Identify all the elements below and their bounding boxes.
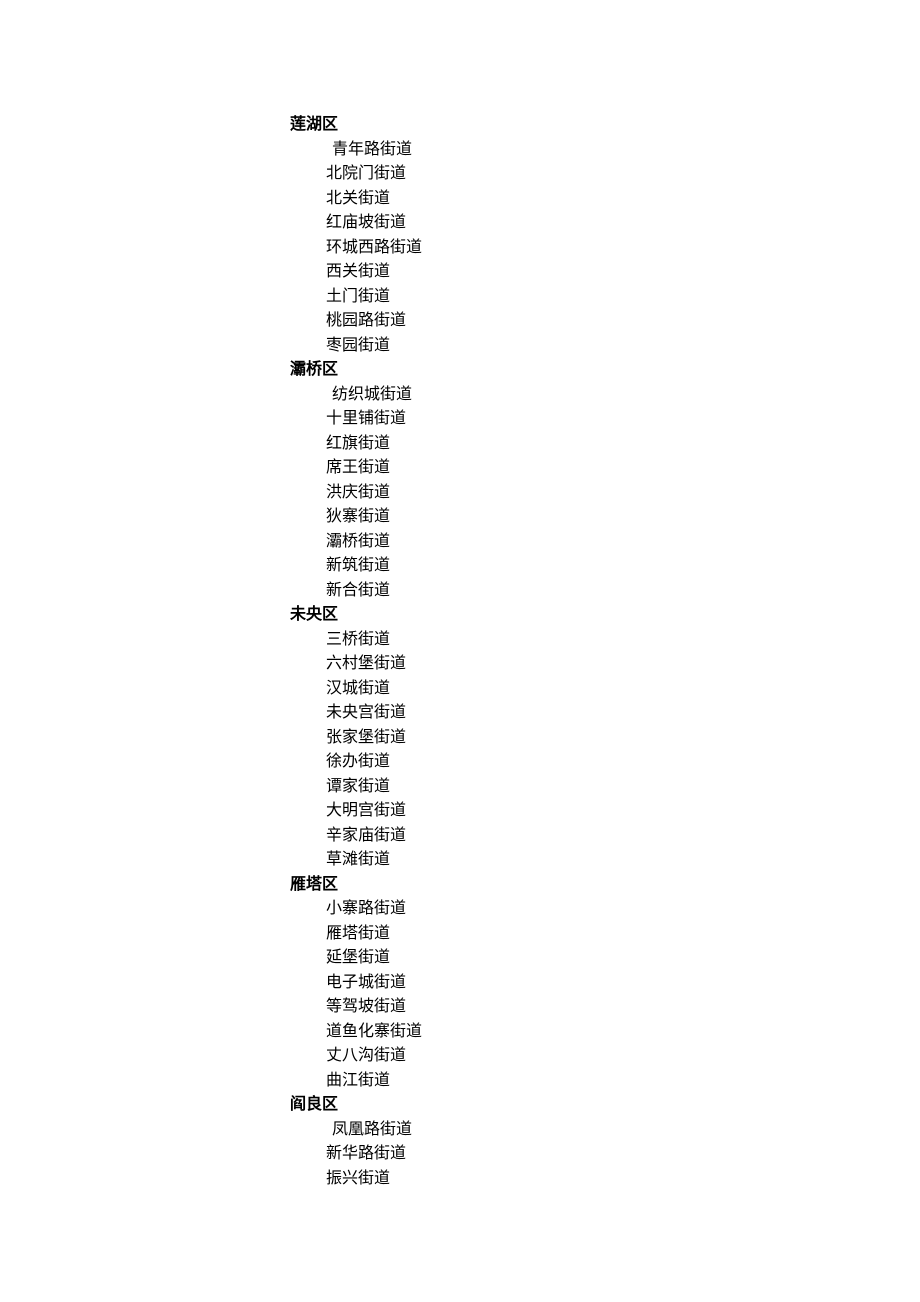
subdistrict-item: 北关街道 [326,187,920,212]
subdistrict-item: 电子城街道 [326,971,920,996]
subdistrict-item: 红庙坡街道 [326,211,920,236]
subdistrict-list: 青年路街道北院门街道北关街道红庙坡街道环城西路街道西关街道土门街道桃园路街道枣园… [290,138,920,359]
subdistrict-item: 三桥街道 [326,628,920,653]
subdistrict-item: 未央宫街道 [326,701,920,726]
subdistrict-item: 振兴街道 [326,1167,920,1192]
subdistrict-item: 延堡街道 [326,946,920,971]
subdistrict-item: 新合街道 [326,579,920,604]
subdistrict-item: 灞桥街道 [326,530,920,555]
subdistrict-item: 等驾坡街道 [326,995,920,1020]
subdistrict-item: 道鱼化寨街道 [326,1020,920,1045]
district-name: 阎良区 [290,1093,920,1118]
district-name: 灞桥区 [290,358,920,383]
subdistrict-item: 丈八沟街道 [326,1044,920,1069]
subdistrict-item: 徐办街道 [326,750,920,775]
district-name: 未央区 [290,603,920,628]
district-name: 雁塔区 [290,873,920,898]
subdistrict-item: 草滩街道 [326,848,920,873]
subdistrict-item: 汉城街道 [326,677,920,702]
subdistrict-item: 大明宫街道 [326,799,920,824]
subdistrict-item: 环城西路街道 [326,236,920,261]
subdistrict-item: 谭家街道 [326,775,920,800]
subdistrict-item: 新筑街道 [326,554,920,579]
subdistrict-item: 辛家庙街道 [326,824,920,849]
subdistrict-item: 土门街道 [326,285,920,310]
subdistrict-item: 六村堡街道 [326,652,920,677]
subdistrict-item: 曲江街道 [326,1069,920,1094]
subdistrict-item: 西关街道 [326,260,920,285]
subdistrict-item: 桃园路街道 [326,309,920,334]
subdistrict-list: 小寨路街道雁塔街道延堡街道电子城街道等驾坡街道道鱼化寨街道丈八沟街道曲江街道 [290,897,920,1093]
subdistrict-item: 洪庆街道 [326,481,920,506]
subdistrict-list: 三桥街道六村堡街道汉城街道未央宫街道张家堡街道徐办街道谭家街道大明宫街道辛家庙街… [290,628,920,873]
subdistrict-item: 狄寨街道 [326,505,920,530]
subdistrict-item: 雁塔街道 [326,922,920,947]
subdistrict-item: 青年路街道 [326,138,920,163]
district-hierarchy: 莲湖区青年路街道北院门街道北关街道红庙坡街道环城西路街道西关街道土门街道桃园路街… [290,113,920,1191]
district-name: 莲湖区 [290,113,920,138]
subdistrict-item: 十里铺街道 [326,407,920,432]
subdistrict-list: 凤凰路街道新华路街道振兴街道 [290,1118,920,1192]
subdistrict-item: 纺织城街道 [326,383,920,408]
subdistrict-item: 小寨路街道 [326,897,920,922]
subdistrict-item: 枣园街道 [326,334,920,359]
subdistrict-item: 凤凰路街道 [326,1118,920,1143]
subdistrict-item: 新华路街道 [326,1142,920,1167]
subdistrict-item: 张家堡街道 [326,726,920,751]
subdistrict-item: 席王街道 [326,456,920,481]
subdistrict-list: 纺织城街道十里铺街道红旗街道席王街道洪庆街道狄寨街道灞桥街道新筑街道新合街道 [290,383,920,604]
subdistrict-item: 北院门街道 [326,162,920,187]
subdistrict-item: 红旗街道 [326,432,920,457]
